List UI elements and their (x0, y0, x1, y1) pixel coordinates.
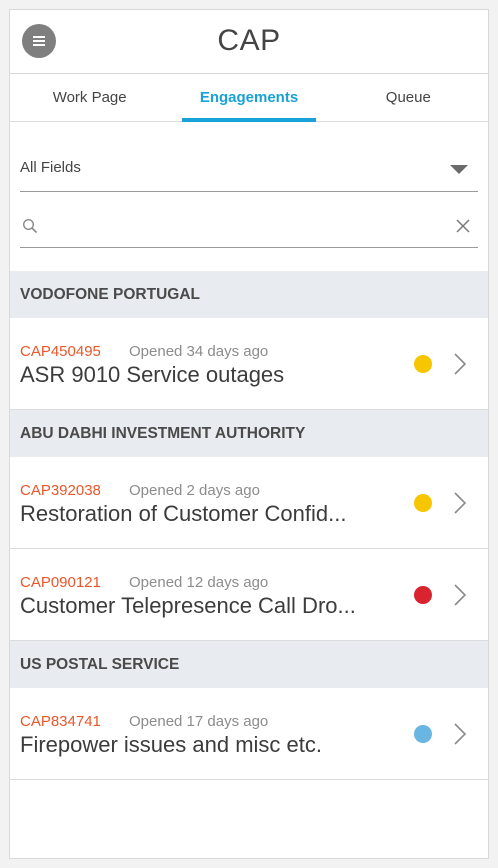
case-title: ASR 9010 Service outages (20, 362, 285, 387)
case-title: Restoration of Customer Confid... (20, 501, 347, 526)
opened-text: Opened 17 days ago (129, 713, 269, 730)
group-header: VODOFONE PORTUGAL (10, 271, 488, 318)
list-item[interactable]: CAP392038 Opened 2 days ago Restoration … (10, 457, 488, 549)
tab-work-page[interactable]: Work Page (10, 74, 169, 121)
app-title: CAP (217, 24, 281, 57)
field-filter-value: All Fields (20, 159, 81, 176)
case-title: Customer Telepresence Call Dro... (20, 593, 356, 618)
case-id: CAP834741 (20, 713, 101, 730)
chevron-right-icon (454, 723, 466, 745)
search-input[interactable] (46, 216, 442, 238)
search-bar (20, 192, 478, 248)
tab-bar: Work Page Engagements Queue (10, 74, 488, 122)
case-id: CAP392038 (20, 482, 101, 499)
group-header: US POSTAL SERVICE (10, 641, 488, 688)
list-item[interactable]: CAP090121 Opened 12 days ago Customer Te… (10, 549, 488, 641)
close-icon[interactable] (456, 219, 470, 233)
case-id: CAP450495 (20, 343, 101, 360)
chevron-right-icon (454, 353, 466, 375)
status-dot-icon (414, 494, 432, 512)
engagement-list: VODOFONE PORTUGAL CAP450495 Opened 34 da… (10, 271, 488, 780)
opened-text: Opened 34 days ago (129, 343, 269, 360)
chevron-right-icon (454, 492, 466, 514)
status-dot-icon (414, 725, 432, 743)
app-header: CAP (10, 10, 488, 74)
group-header: ABU DABHI INVESTMENT AUTHORITY (10, 410, 488, 457)
opened-text: Opened 2 days ago (129, 482, 260, 499)
search-icon (22, 218, 38, 234)
chevron-right-icon (454, 584, 466, 606)
status-dot-icon (414, 586, 432, 604)
app-frame: CAP Work Page Engagements Queue All Fiel… (9, 9, 489, 859)
case-title: Firepower issues and misc etc. (20, 732, 322, 757)
case-id: CAP090121 (20, 574, 101, 591)
tab-engagements[interactable]: Engagements (169, 74, 328, 122)
field-filter-dropdown[interactable]: All Fields (20, 122, 478, 192)
list-item[interactable]: CAP450495 Opened 34 days ago ASR 9010 Se… (10, 318, 488, 410)
opened-text: Opened 12 days ago (129, 574, 269, 591)
tab-queue[interactable]: Queue (329, 74, 488, 121)
caret-down-icon (450, 165, 468, 174)
status-dot-icon (414, 355, 432, 373)
list-item[interactable]: CAP834741 Opened 17 days ago Firepower i… (10, 688, 488, 780)
